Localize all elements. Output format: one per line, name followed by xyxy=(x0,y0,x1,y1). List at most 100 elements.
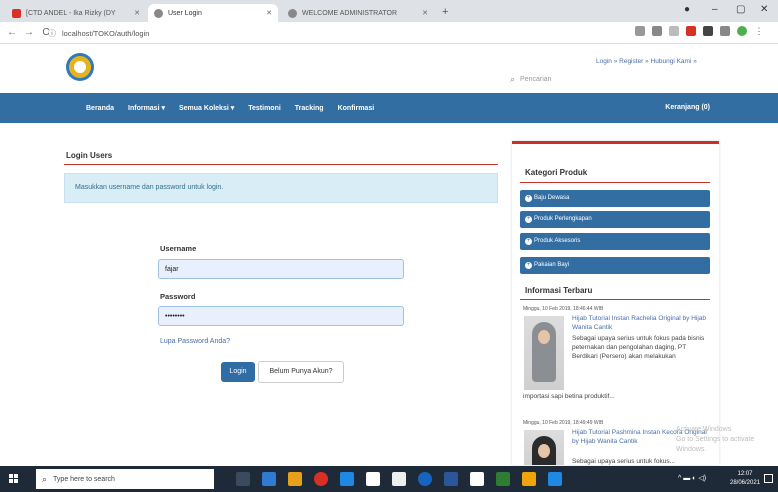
cart-link[interactable]: Keranjang (0) xyxy=(665,104,710,111)
app-icon[interactable] xyxy=(418,472,432,486)
tab-title: User Login xyxy=(168,9,202,17)
nav-beranda[interactable]: Beranda xyxy=(86,105,114,112)
password-field[interactable]: •••••••• xyxy=(158,306,404,326)
app-icon[interactable] xyxy=(470,472,484,486)
minimize-button[interactable]: – xyxy=(712,4,718,15)
task-view-icon[interactable] xyxy=(236,472,250,486)
translate-icon[interactable] xyxy=(652,26,662,36)
post-thumbnail[interactable] xyxy=(524,316,564,390)
login-button[interactable]: Login xyxy=(221,362,255,382)
plus-icon: + xyxy=(525,216,532,223)
category-produk-aksesoris[interactable]: + Produk Aksesoris xyxy=(520,233,710,250)
close-tab-icon[interactable]: ✕ xyxy=(260,9,272,17)
post-title-link[interactable]: Hijab Tutorial Instan Rachelia Original … xyxy=(572,314,712,332)
windows-taskbar: ⌕ Type here to search ^ ▬ ◐ ◁) 12:07 28/… xyxy=(0,466,778,492)
top-links[interactable]: Login » Register » Hubungi Kami » xyxy=(596,58,697,65)
profile-icon[interactable] xyxy=(737,26,747,36)
site-logo[interactable] xyxy=(66,53,94,81)
site-header: Login » Register » Hubungi Kami » ⌕ Penc… xyxy=(0,45,778,93)
info-icon[interactable]: ⓘ xyxy=(48,28,56,39)
account-icon[interactable]: ● xyxy=(684,4,690,15)
info-heading: Informasi Terbaru xyxy=(525,286,593,295)
title-divider xyxy=(64,164,498,165)
tab-title: WELCOME ADMINISTRATOR xyxy=(302,9,398,17)
menu-icon[interactable]: ⋮ xyxy=(754,26,764,36)
register-button[interactable]: Belum Punya Akun? xyxy=(258,361,344,383)
url-text: localhost/TOKO/auth/login xyxy=(62,28,150,38)
app-icon[interactable] xyxy=(548,472,562,486)
mail-icon[interactable] xyxy=(392,472,406,486)
post-thumbnail[interactable] xyxy=(524,430,564,465)
post-date: Minggu, 10 Feb 2019, 18:49:49 WIB xyxy=(523,420,604,426)
globe-icon xyxy=(288,8,297,18)
notification-icon[interactable] xyxy=(764,474,773,483)
category-label: Produk Aksesoris xyxy=(534,238,581,244)
reading-list-icon[interactable] xyxy=(720,26,730,36)
clock-time: 12:07 xyxy=(737,471,753,477)
close-window-button[interactable]: ✕ xyxy=(760,4,768,15)
extension-icons: ⋮ xyxy=(635,26,764,36)
app-icon[interactable] xyxy=(522,472,536,486)
key-icon[interactable] xyxy=(635,26,645,36)
excel-icon[interactable] xyxy=(496,472,510,486)
new-tab-button[interactable]: + xyxy=(442,6,448,18)
nav-konfirmasi[interactable]: Konfirmasi xyxy=(338,105,375,112)
nav-informasi[interactable]: Informasi ▾ xyxy=(128,104,165,112)
maximize-button[interactable]: ▢ xyxy=(736,4,745,15)
search-input[interactable]: Pencarian xyxy=(520,76,552,83)
search-box[interactable]: ⌕ Pencarian xyxy=(510,72,610,86)
tab-youtube[interactable]: [CTD ANDEL - Ika Rizky (DY ✕ xyxy=(6,4,146,22)
chrome-icon[interactable] xyxy=(314,472,328,486)
close-tab-icon[interactable]: ✕ xyxy=(416,9,428,17)
category-label: Baju Dewasa xyxy=(534,195,570,201)
forgot-password-link[interactable]: Lupa Password Anda? xyxy=(160,338,230,345)
sidebar: Kategori Produk + Baju Dewasa + Produk Per… xyxy=(512,141,719,465)
info-divider xyxy=(520,299,710,300)
clock-date: 28/06/2021 xyxy=(730,480,761,486)
taskbar-search[interactable]: ⌕ Type here to search xyxy=(36,469,214,489)
forward-icon[interactable]: → xyxy=(24,27,34,38)
nav-tracking[interactable]: Tracking xyxy=(295,105,324,112)
star-icon[interactable] xyxy=(669,26,679,36)
tab-welcome-admin[interactable]: WELCOME ADMINISTRATOR ✕ xyxy=(282,4,434,22)
taskbar-apps xyxy=(236,472,562,486)
category-baju-dewasa[interactable]: + Baju Dewasa xyxy=(520,190,710,207)
password-label: Password xyxy=(160,292,196,301)
youtube-icon xyxy=(12,8,21,18)
windows-start-icon[interactable] xyxy=(9,474,19,484)
username-label: Username xyxy=(160,244,197,253)
tab-user-login[interactable]: User Login ✕ xyxy=(148,4,278,22)
taskbar-search-input[interactable]: Type here to search xyxy=(53,476,115,483)
post-excerpt: Sebagai upaya serius untuk fokus pada bi… xyxy=(572,335,705,360)
file-explorer-icon[interactable] xyxy=(288,472,302,486)
word-icon[interactable] xyxy=(444,472,458,486)
main-navigation: Beranda Informasi ▾ Semua Koleksi ▾ Test… xyxy=(0,93,778,123)
store-icon[interactable] xyxy=(366,472,380,486)
category-pakaian-bayi[interactable]: + Pakaian Bayi xyxy=(520,257,710,274)
nav-testimoni[interactable]: Testimoni xyxy=(248,105,281,112)
username-field[interactable]: fajar xyxy=(158,259,404,279)
system-tray[interactable]: ^ ▬ ◐ ◁) xyxy=(678,474,706,482)
extension-red-icon[interactable] xyxy=(686,26,696,36)
category-label: Produk Perlengkapan xyxy=(534,216,592,222)
category-produk-perlengkapan[interactable]: + Produk Perlengkapan xyxy=(520,211,710,228)
nav-semua-koleksi[interactable]: Semua Koleksi ▾ xyxy=(179,104,234,112)
clock[interactable]: 12:07 28/06/2021 xyxy=(730,470,760,488)
info-alert: Masukkan username dan password untuk log… xyxy=(64,173,498,203)
watermark-line1: Activate Windows xyxy=(676,426,732,433)
edge-icon[interactable] xyxy=(340,472,354,486)
activate-windows-watermark: Activate Windows Go to Settings to activ… xyxy=(676,425,778,455)
puzzle-icon[interactable] xyxy=(703,26,713,36)
category-divider xyxy=(520,182,710,183)
search-icon: ⌕ xyxy=(42,473,48,484)
close-tab-icon[interactable]: ✕ xyxy=(128,9,140,17)
url-bar[interactable]: ⓘ localhost/TOKO/auth/login xyxy=(48,25,608,41)
post-date: Minggu, 10 Feb 2019, 18:46:44 WIB xyxy=(523,306,604,312)
tab-title: [CTD ANDEL - Ika Rizky (DY xyxy=(26,9,116,17)
app-icon[interactable] xyxy=(262,472,276,486)
post-excerpt: Sebagai upaya serius untuk fokus... xyxy=(572,458,675,465)
post-excerpt-tail: importasi sapi betina produktif... xyxy=(523,393,615,400)
address-toolbar: ← → C ⓘ localhost/TOKO/auth/login ⋮ xyxy=(0,22,778,44)
watermark-line2: Go to Settings to activate Windows. xyxy=(676,436,755,453)
back-icon[interactable]: ← xyxy=(7,27,17,38)
